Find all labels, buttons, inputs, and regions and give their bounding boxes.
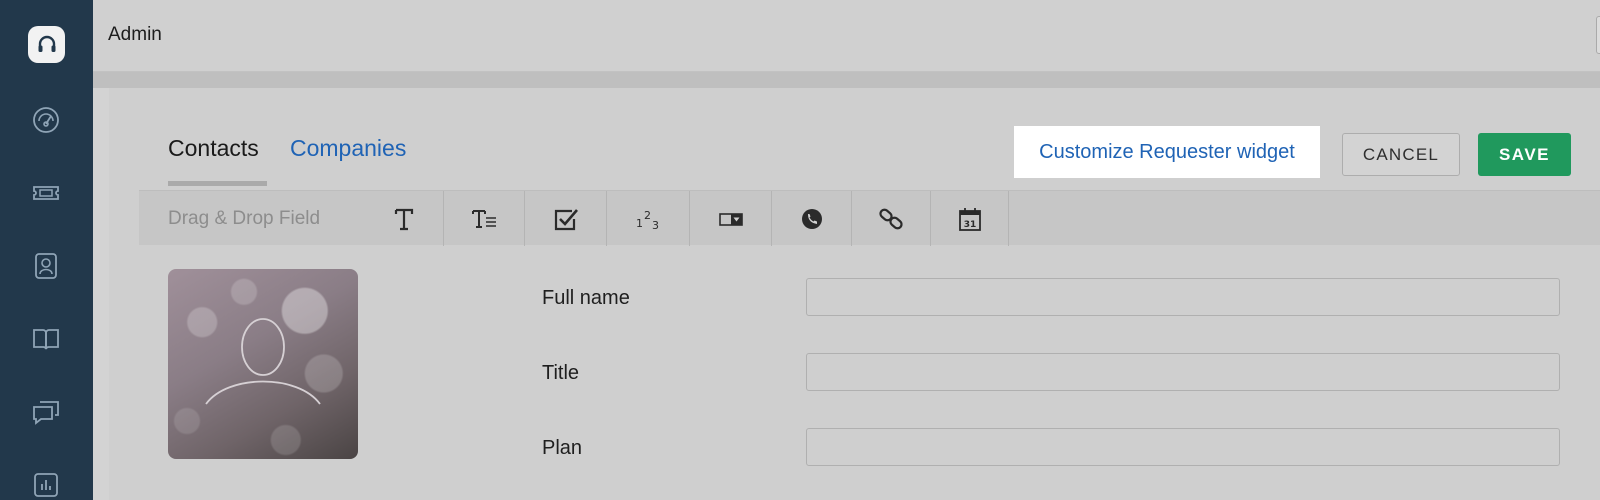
header-action-button[interactable] — [1596, 16, 1600, 54]
dropdown-icon — [718, 212, 743, 226]
headset-icon — [38, 35, 55, 52]
paragraph-text-icon — [472, 209, 496, 228]
person-silhouette-icon — [205, 318, 321, 405]
contact-icon — [35, 253, 57, 279]
cancel-button[interactable]: CANCEL — [1342, 133, 1460, 176]
full-name-input[interactable] — [806, 278, 1560, 316]
date-icon: 31 — [958, 207, 981, 231]
sidebar-item-reports[interactable] — [26, 465, 66, 500]
sidebar-item-forums[interactable] — [26, 392, 66, 432]
active-tab-indicator — [168, 181, 267, 186]
number-icon: 1 2 3 — [636, 209, 659, 232]
header-divider — [93, 72, 1600, 88]
customize-requester-widget-link[interactable]: Customize Requester widget — [1014, 126, 1320, 178]
tool-phone[interactable] — [772, 191, 852, 246]
tool-single-line-text[interactable] — [364, 191, 444, 246]
sidebar-item-tickets[interactable] — [26, 173, 66, 213]
save-button[interactable]: SAVE — [1478, 133, 1571, 176]
drag-drop-label: Drag & Drop Field — [168, 208, 321, 229]
field-label-full-name: Full name — [542, 287, 630, 309]
field-toolbar: Drag & Drop Field 1 2 3 31 — [139, 190, 1600, 246]
url-icon — [879, 208, 903, 229]
app-logo[interactable] — [28, 26, 65, 63]
svg-text:2: 2 — [644, 209, 651, 222]
svg-text:3: 3 — [652, 219, 659, 232]
chat-icon — [33, 401, 59, 425]
tool-paragraph-text[interactable] — [444, 191, 525, 246]
sidebar — [0, 0, 93, 500]
single-line-text-icon — [394, 208, 413, 230]
field-label-title: Title — [542, 362, 580, 384]
plan-input[interactable] — [806, 428, 1560, 466]
tab-contacts[interactable]: Contacts — [168, 135, 259, 162]
tool-date[interactable]: 31 — [931, 191, 1009, 246]
phone-icon — [801, 208, 822, 229]
field-label-plan: Plan — [542, 437, 583, 459]
tool-dropdown[interactable] — [690, 191, 772, 246]
sidebar-item-contacts[interactable] — [26, 246, 66, 286]
profile-image-upload[interactable] — [168, 269, 358, 459]
book-icon — [33, 329, 59, 350]
tool-number[interactable]: 1 2 3 — [607, 191, 690, 246]
svg-text:1: 1 — [636, 217, 643, 230]
title-input[interactable] — [806, 353, 1560, 391]
tab-companies[interactable]: Companies — [290, 135, 406, 162]
ticket-icon — [33, 186, 59, 200]
dashboard-icon — [33, 107, 59, 133]
checkbox-icon — [554, 208, 578, 230]
tool-checkbox[interactable] — [525, 191, 607, 246]
sidebar-item-dashboard[interactable] — [26, 100, 66, 140]
sidebar-item-solutions[interactable] — [26, 319, 66, 359]
date-icon-day: 31 — [963, 220, 976, 230]
page-title: Admin — [108, 24, 162, 45]
tool-url[interactable] — [852, 191, 931, 246]
top-header: Admin — [93, 0, 1600, 72]
reports-icon — [34, 473, 58, 497]
